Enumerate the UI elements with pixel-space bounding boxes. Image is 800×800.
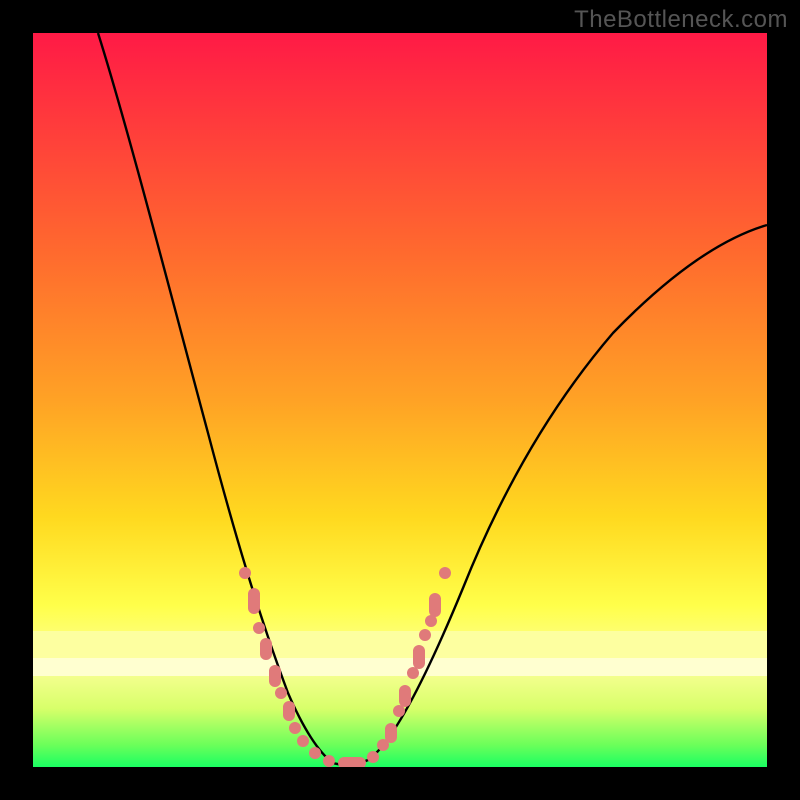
chart-container: TheBottleneck.com <box>0 0 800 800</box>
plot-gradient-area <box>33 33 767 767</box>
watermark-text: TheBottleneck.com <box>574 6 788 34</box>
